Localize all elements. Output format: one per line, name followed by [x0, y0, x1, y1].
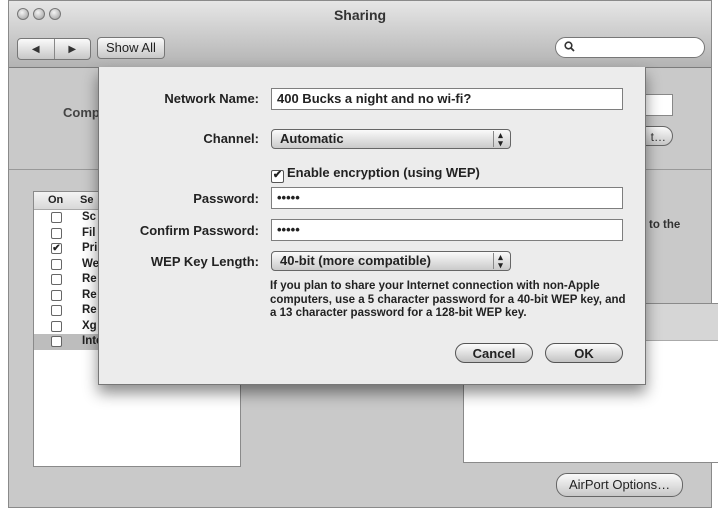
service-name: Xg — [82, 319, 97, 332]
cancel-button[interactable]: Cancel — [455, 343, 533, 363]
popup-arrows-icon: ▴ ▾ — [493, 253, 507, 270]
service-checkbox[interactable] — [51, 336, 62, 347]
password-label: Password: — [193, 191, 259, 206]
airport-settings-sheet: Network Name: 400 Bucks a night and no w… — [98, 67, 646, 385]
back-button[interactable]: ◀ — [18, 39, 54, 59]
confirm-password-label: Confirm Password: — [139, 223, 259, 238]
service-column-header[interactable]: Se — [80, 194, 93, 206]
confirm-password-field[interactable]: ••••• — [271, 219, 623, 241]
service-name: We — [82, 257, 100, 270]
nav-button-group: ◀ ▶ — [17, 38, 91, 60]
popup-arrows-icon: ▴ ▾ — [493, 131, 507, 148]
search-field[interactable] — [555, 37, 705, 58]
service-checkbox[interactable] — [51, 305, 62, 316]
channel-popup[interactable]: Automatic ▴ ▾ — [271, 129, 511, 149]
service-checkbox[interactable]: ✔ — [51, 243, 62, 254]
checkmark-icon: ✔ — [271, 169, 284, 183]
window-title: Sharing — [333, 7, 387, 23]
service-checkbox[interactable] — [51, 227, 62, 239]
service-name: Fil — [82, 226, 96, 239]
help-text: If you plan to share your Internet conne… — [270, 280, 626, 319]
service-name: Sc — [82, 211, 97, 223]
password-field[interactable]: ••••• — [271, 187, 623, 209]
service-name: Re — [82, 288, 97, 301]
service-checkbox[interactable] — [51, 258, 62, 270]
airport-options-button[interactable]: AirPort Options… — [556, 473, 684, 497]
service-checkbox[interactable] — [51, 274, 62, 285]
enable-encryption-checkbox[interactable]: ✔ Enable encryption (using WEP) — [271, 165, 480, 183]
channel-value: Automatic — [280, 131, 344, 146]
ok-button[interactable]: OK — [545, 343, 623, 363]
computer-name-label: Comp — [63, 105, 100, 120]
service-checkbox[interactable] — [51, 289, 62, 301]
enable-encryption-label: Enable encryption (using WEP) — [287, 165, 480, 180]
sharing-window: Sharing ◀ ▶ Show All Comp t… On Se Sc Fi… — [8, 0, 718, 508]
channel-label: Channel: — [203, 131, 259, 146]
service-checkbox[interactable] — [51, 320, 62, 332]
search-icon — [564, 41, 575, 55]
show-all-button[interactable]: Show All — [97, 37, 165, 59]
service-checkbox[interactable] — [51, 212, 62, 223]
on-column-header[interactable]: On — [48, 194, 63, 206]
wep-key-length-value: 40-bit (more compatible) — [280, 253, 431, 268]
title-bar: Sharing ◀ ▶ Show All — [9, 1, 711, 68]
service-name: Re — [82, 304, 97, 316]
wep-key-length-popup[interactable]: 40-bit (more compatible) ▴ ▾ — [271, 251, 511, 271]
forward-button[interactable]: ▶ — [53, 39, 91, 59]
network-name-label: Network Name: — [164, 91, 259, 106]
service-name: Pri — [82, 242, 98, 254]
wep-key-length-label: WEP Key Length: — [150, 254, 259, 269]
service-name: Re — [82, 273, 97, 285]
description-text: to the — [649, 219, 681, 231]
network-name-field[interactable]: 400 Bucks a night and no wi-fi? — [271, 88, 623, 110]
